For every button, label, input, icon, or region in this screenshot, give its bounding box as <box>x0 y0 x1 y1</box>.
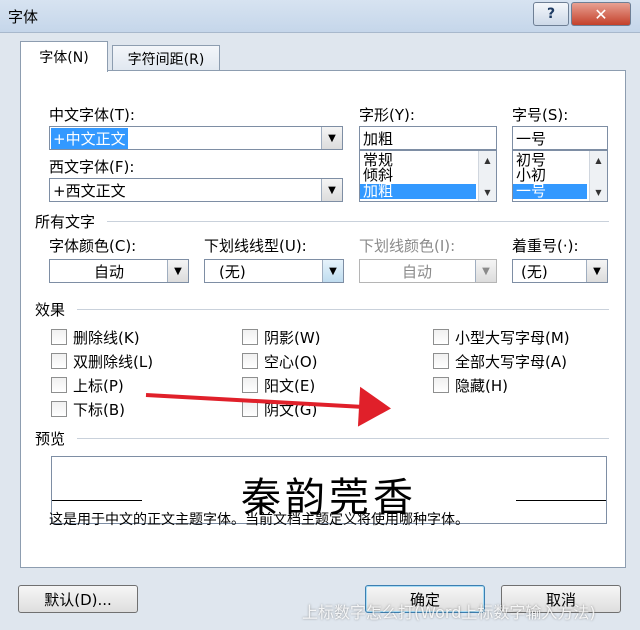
superscript-checkbox[interactable] <box>51 377 67 393</box>
list-item-selected[interactable]: 一号 <box>513 184 587 199</box>
engrave-label[interactable]: 阴文(G) <box>264 399 317 420</box>
chevron-down-icon[interactable]: ▼ <box>322 260 343 282</box>
section-divider <box>77 438 609 439</box>
chevron-down-icon[interactable]: ▼ <box>167 260 188 282</box>
effects-heading: 效果 <box>35 301 66 319</box>
hidden-checkbox[interactable] <box>433 377 449 393</box>
west-font-combo[interactable]: +西文正文 ▼ <box>49 178 343 202</box>
small-caps-label[interactable]: 小型大写字母(M) <box>455 327 570 348</box>
scroll-down-icon[interactable]: ▼ <box>590 185 607 199</box>
window-title: 字体 <box>8 8 39 26</box>
all-caps-label[interactable]: 全部大写字母(A) <box>455 351 567 372</box>
preview-description: 这是用于中文的正文主题字体。当前文档主题定义将使用哪种字体。 <box>49 512 469 528</box>
section-divider <box>77 309 609 310</box>
subscript-checkbox[interactable] <box>51 401 67 417</box>
list-item[interactable]: 小初 <box>516 168 546 183</box>
help-button[interactable]: ? <box>533 2 569 26</box>
double-strikethrough-label[interactable]: 双删除线(L) <box>73 351 153 372</box>
underline-color-combo: 自动 ▼ <box>359 259 497 283</box>
size-list[interactable]: 初号 小初 一号 ▲ ▼ <box>512 150 608 202</box>
size-input[interactable]: 一号 <box>512 126 608 150</box>
cn-font-value: +中文正文 <box>51 128 128 149</box>
section-divider <box>107 221 609 222</box>
help-icon: ? <box>546 6 556 22</box>
all-caps-checkbox[interactable] <box>433 353 449 369</box>
style-list-scrollbar[interactable]: ▲ ▼ <box>478 151 496 201</box>
list-item[interactable]: 倾斜 <box>363 168 393 183</box>
font-panel: 中文字体(T): +中文正文 ▼ 西文字体(F): +西文正文 ▼ 字形(Y):… <box>20 70 626 568</box>
strikethrough-label[interactable]: 删除线(K) <box>73 327 140 348</box>
underline-style-combo[interactable]: (无) ▼ <box>204 259 344 283</box>
style-list[interactable]: 常规 倾斜 加粗 ▲ ▼ <box>359 150 497 202</box>
emboss-checkbox[interactable] <box>242 377 258 393</box>
tab-character-spacing[interactable]: 字符间距(R) <box>112 45 220 71</box>
underline-style-value: (无) <box>219 263 246 281</box>
close-icon: ✕ <box>594 4 608 24</box>
superscript-label[interactable]: 上标(P) <box>73 375 124 396</box>
strikethrough-checkbox[interactable] <box>51 329 67 345</box>
size-label: 字号(S): <box>512 106 569 124</box>
emphasis-label: 着重号(·): <box>512 237 579 255</box>
emphasis-combo[interactable]: (无) ▼ <box>512 259 608 283</box>
font-color-value: 自动 <box>94 263 125 281</box>
west-font-label: 西文字体(F): <box>49 158 135 176</box>
scroll-up-icon[interactable]: ▲ <box>479 153 496 167</box>
cn-font-label: 中文字体(T): <box>49 106 135 124</box>
title-bar: 字体 ? ✕ <box>0 0 640 33</box>
hidden-label[interactable]: 隐藏(H) <box>455 375 508 396</box>
underline-color-label: 下划线颜色(I): <box>359 237 456 255</box>
size-list-scrollbar[interactable]: ▲ ▼ <box>589 151 607 201</box>
list-item-selected[interactable]: 加粗 <box>360 184 476 199</box>
scroll-down-icon[interactable]: ▼ <box>479 185 496 199</box>
chevron-down-icon[interactable]: ▼ <box>321 127 342 149</box>
chevron-down-icon[interactable]: ▼ <box>586 260 607 282</box>
underline-color-value: 自动 <box>402 263 433 281</box>
subscript-label[interactable]: 下标(B) <box>73 399 125 420</box>
preview-heading: 预览 <box>35 430 66 448</box>
style-input-value: 加粗 <box>363 130 394 148</box>
style-input[interactable]: 加粗 <box>359 126 497 150</box>
chevron-down-icon: ▼ <box>475 260 496 282</box>
scroll-up-icon[interactable]: ▲ <box>590 153 607 167</box>
tab-font[interactable]: 字体(N) <box>20 41 108 72</box>
size-input-value: 一号 <box>516 130 547 148</box>
small-caps-checkbox[interactable] <box>433 329 449 345</box>
default-button[interactable]: 默认(D)... <box>18 585 138 613</box>
shadow-label[interactable]: 阴影(W) <box>264 327 321 348</box>
font-color-combo[interactable]: 自动 ▼ <box>49 259 189 283</box>
font-color-label: 字体颜色(C): <box>49 237 137 255</box>
close-button[interactable]: ✕ <box>571 2 631 26</box>
watermark: 上标数字怎么打(Word上标数字输入方法) <box>302 603 596 622</box>
emphasis-value: (无) <box>521 263 548 281</box>
engrave-checkbox[interactable] <box>242 401 258 417</box>
double-strikethrough-checkbox[interactable] <box>51 353 67 369</box>
underline-style-label: 下划线线型(U): <box>204 237 307 255</box>
shadow-checkbox[interactable] <box>242 329 258 345</box>
outline-label[interactable]: 空心(O) <box>264 351 318 372</box>
west-font-value: +西文正文 <box>53 182 126 200</box>
cn-font-combo[interactable]: +中文正文 ▼ <box>49 126 343 150</box>
outline-checkbox[interactable] <box>242 353 258 369</box>
chevron-down-icon[interactable]: ▼ <box>321 179 342 201</box>
all-text-heading: 所有文字 <box>35 213 96 231</box>
style-label: 字形(Y): <box>359 106 415 124</box>
emboss-label[interactable]: 阳文(E) <box>264 375 315 396</box>
